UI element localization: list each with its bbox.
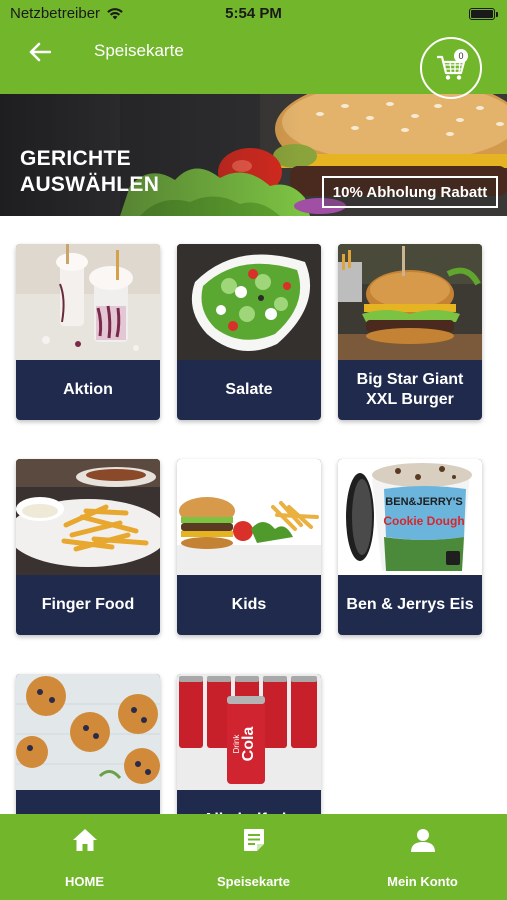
tab-speisekarte[interactable]: Speisekarte [169, 814, 338, 900]
cola-text: Cola [240, 727, 257, 762]
arrow-left-icon [29, 42, 51, 62]
category-label: Aktion [63, 381, 113, 398]
salad-image [177, 244, 321, 360]
hero-banner: GERICHTE AUSWÄHLEN 10% Abholung Rabatt [0, 94, 507, 216]
cola-cans-image: Drink Cola [177, 674, 321, 790]
ice-cream-brand-text: BEN&JERRY'S [385, 496, 462, 508]
burger-card-image [338, 244, 482, 360]
category-card-salate[interactable]: Salate [177, 244, 321, 420]
category-card-ice-cream[interactable]: BEN&JERRY'S Cookie Dough Ben & Jerrys Ei… [338, 459, 482, 635]
category-card-finger-food[interactable]: Finger Food [16, 459, 160, 635]
ice-cream-image: BEN&JERRY'S Cookie Dough [338, 459, 482, 575]
kids-meal-image [177, 459, 321, 575]
battery-icon [469, 8, 498, 20]
tab-label: Speisekarte [217, 874, 290, 889]
category-label: Finger Food [41, 596, 135, 613]
status-bar: Netzbetreiber 5:54 PM [0, 0, 507, 28]
cart-button[interactable]: 0 [420, 37, 482, 99]
cart-count-badge: 0 [454, 49, 468, 63]
milkshake-image [16, 244, 160, 360]
menu-document-icon [243, 829, 264, 851]
tab-mein-konto[interactable]: Mein Konto [338, 814, 507, 900]
category-card-aktion[interactable]: Aktion [16, 244, 160, 420]
fries-image [16, 459, 160, 575]
tab-label: HOME [65, 874, 104, 889]
category-label: Big Star Giant XXL Burger [356, 371, 464, 408]
category-label: Salate [225, 381, 273, 398]
status-time: 5:54 PM [225, 5, 282, 22]
category-label [16, 790, 160, 814]
hero-title: GERICHTE AUSWÄHLEN [20, 147, 160, 196]
account-icon [410, 829, 435, 852]
category-card-burger[interactable]: Big Star Giant XXL Burger [338, 244, 482, 420]
promo-badge[interactable]: 10% Abholung Rabatt [322, 176, 498, 208]
tab-home[interactable]: HOME [0, 814, 169, 900]
category-label: Kids [231, 596, 267, 613]
muffins-image [16, 674, 160, 790]
ice-cream-flavor-text: Cookie Dough [383, 514, 464, 528]
home-icon [72, 829, 97, 851]
bottom-tab-bar: HOME Speisekarte Mein Konto [0, 814, 507, 900]
category-label: Ben & Jerrys Eis [346, 596, 474, 613]
tab-label: Mein Konto [387, 874, 458, 889]
back-button[interactable] [26, 38, 54, 66]
page-title: Speisekarte [94, 41, 184, 60]
category-card-alkoholfreie[interactable]: Drink Cola Alkoholfreie [177, 674, 321, 814]
category-label: Alkoholfreie [177, 790, 321, 814]
category-grid: Aktion Salate Big Star Giant XXL Burger … [0, 216, 507, 814]
category-card-kids[interactable]: Kids [177, 459, 321, 635]
category-card-muffins[interactable] [16, 674, 160, 814]
